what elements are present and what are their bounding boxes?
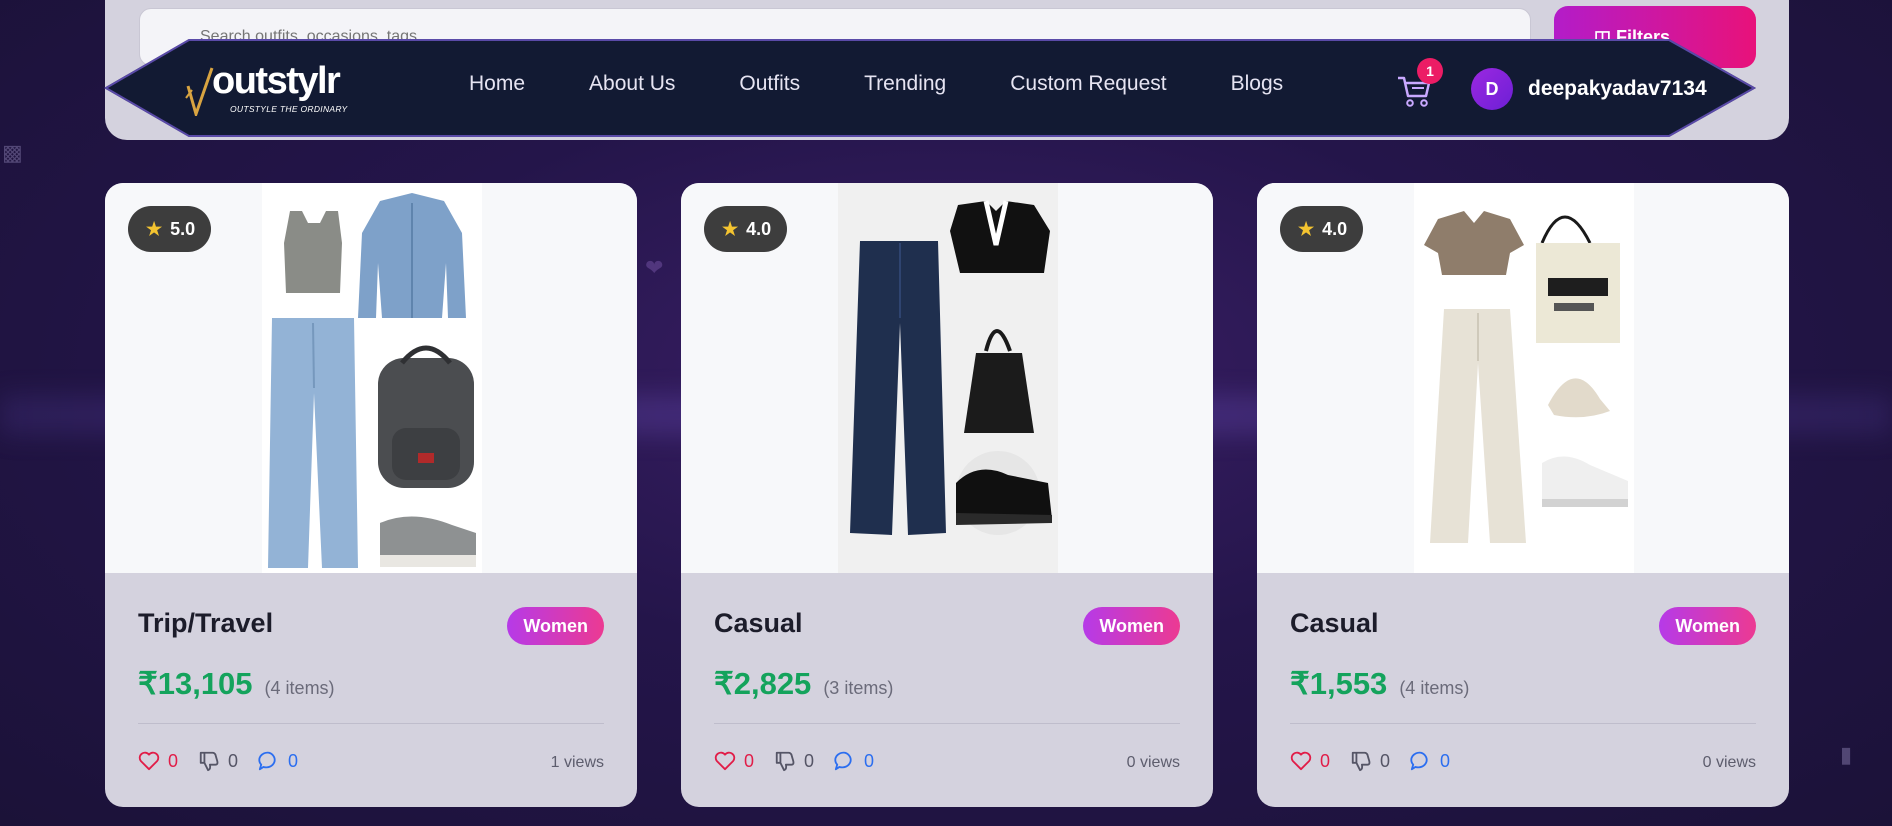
heart-icon [714, 751, 736, 771]
logo-mark-icon [185, 67, 214, 116]
comment-icon [258, 751, 276, 771]
avatar[interactable]: D [1471, 68, 1513, 110]
nav-link-outfits[interactable]: Outfits [739, 72, 800, 108]
heart-icon [138, 751, 160, 771]
nav-links: Home About Us Outfits Trending Custom Re… [469, 72, 1283, 108]
star-icon: ★ [1298, 218, 1315, 239]
cart-count-badge: 1 [1417, 58, 1443, 84]
nav-link-home[interactable]: Home [469, 72, 525, 108]
comment-icon [1410, 751, 1428, 771]
star-icon: ★ [146, 218, 163, 239]
comment-count: 0 [1440, 750, 1451, 771]
brand-tagline: OUTSTYLE THE ORDINARY [230, 104, 348, 114]
outfit-collage [1414, 183, 1634, 573]
outfit-image[interactable]: ★ 5.0 [105, 183, 637, 573]
outfit-card[interactable]: ★ 5.0 Trip/Travel Women ₹13,105 (4 items… [105, 183, 637, 807]
price-value: ₹1,553 [1290, 666, 1388, 701]
comment-icon [834, 751, 852, 771]
thumbs-down-icon [775, 751, 795, 772]
comment-button[interactable]: 0 [834, 750, 874, 772]
background-butterfly-icon: ❤ [645, 255, 664, 280]
brand-logo[interactable]: outstylr OUTSTYLE THE ORDINARY [184, 60, 364, 120]
rating-badge: ★ 4.0 [704, 206, 788, 252]
thumbs-down-icon [1351, 751, 1371, 772]
comment-button[interactable]: 0 [258, 750, 298, 772]
like-button[interactable]: 0 [714, 751, 754, 772]
rating-value: 4.0 [746, 218, 772, 239]
item-count: (3 items) [823, 678, 894, 698]
nav-link-trending[interactable]: Trending [864, 72, 946, 108]
outfit-image[interactable]: ★ 4.0 [1257, 183, 1789, 573]
engagement-stats: 0 0 0 [714, 750, 894, 772]
outfit-title: Casual [1290, 608, 1379, 638]
like-button[interactable]: 0 [138, 751, 178, 772]
brand-name: outstylr [212, 60, 341, 102]
price-value: ₹2,825 [714, 666, 812, 701]
comment-count: 0 [288, 750, 299, 771]
rating-value: 4.0 [1322, 218, 1348, 239]
divider [138, 723, 604, 724]
dislike-count: 0 [1380, 750, 1391, 771]
star-icon: ★ [722, 218, 739, 239]
heart-icon [1290, 751, 1312, 771]
like-count: 0 [744, 750, 755, 771]
outfit-card[interactable]: ★ 4.0 Casual Women ₹1,553 (4 items) 0 0 … [1257, 183, 1789, 807]
dislike-button[interactable]: 0 [774, 750, 814, 772]
rating-value: 5.0 [170, 218, 196, 239]
dislike-count: 0 [228, 750, 239, 771]
view-count: 1 views [550, 754, 604, 771]
dislike-count: 0 [804, 750, 815, 771]
gender-badge: Women [1659, 607, 1756, 645]
dislike-button[interactable]: 0 [198, 750, 238, 772]
like-count: 0 [168, 750, 179, 771]
price: ₹13,105 (4 items) [138, 666, 335, 702]
comment-count: 0 [864, 750, 875, 771]
item-count: (4 items) [264, 678, 335, 698]
divider [1290, 723, 1756, 724]
price-value: ₹13,105 [138, 666, 253, 701]
comment-button[interactable]: 0 [1410, 750, 1450, 772]
outfit-card[interactable]: ★ 4.0 Casual Women ₹2,825 (3 items) 0 0 … [681, 183, 1213, 807]
nav-link-custom-request[interactable]: Custom Request [1010, 72, 1166, 108]
nav-link-about-us[interactable]: About Us [589, 72, 675, 108]
like-button[interactable]: 0 [1290, 751, 1330, 772]
thumbs-down-icon [199, 751, 219, 772]
divider [714, 723, 1180, 724]
item-count: (4 items) [1399, 678, 1470, 698]
price: ₹2,825 (3 items) [714, 666, 893, 702]
gender-badge: Women [507, 607, 604, 645]
dislike-button[interactable]: 0 [1350, 750, 1390, 772]
price: ₹1,553 (4 items) [1290, 666, 1469, 702]
like-count: 0 [1320, 750, 1331, 771]
background-pants-icon: ▮ [1840, 742, 1853, 767]
outfit-title: Trip/Travel [138, 608, 274, 638]
outfit-collage [838, 183, 1058, 573]
outfit-image[interactable]: ★ 4.0 [681, 183, 1213, 573]
username[interactable]: deepakyadav7134 [1528, 77, 1707, 101]
rating-badge: ★ 4.0 [1280, 206, 1364, 252]
rating-badge: ★ 5.0 [128, 206, 212, 252]
engagement-stats: 0 0 0 [138, 750, 318, 772]
engagement-stats: 0 0 0 [1290, 750, 1470, 772]
gender-badge: Women [1083, 607, 1180, 645]
outfit-title: Casual [714, 608, 803, 638]
background-shirt-icon: ▩ [2, 140, 23, 165]
view-count: 0 views [1126, 754, 1180, 771]
nav-link-blogs[interactable]: Blogs [1231, 72, 1284, 108]
outfit-collage [262, 183, 482, 573]
view-count: 0 views [1702, 754, 1756, 771]
